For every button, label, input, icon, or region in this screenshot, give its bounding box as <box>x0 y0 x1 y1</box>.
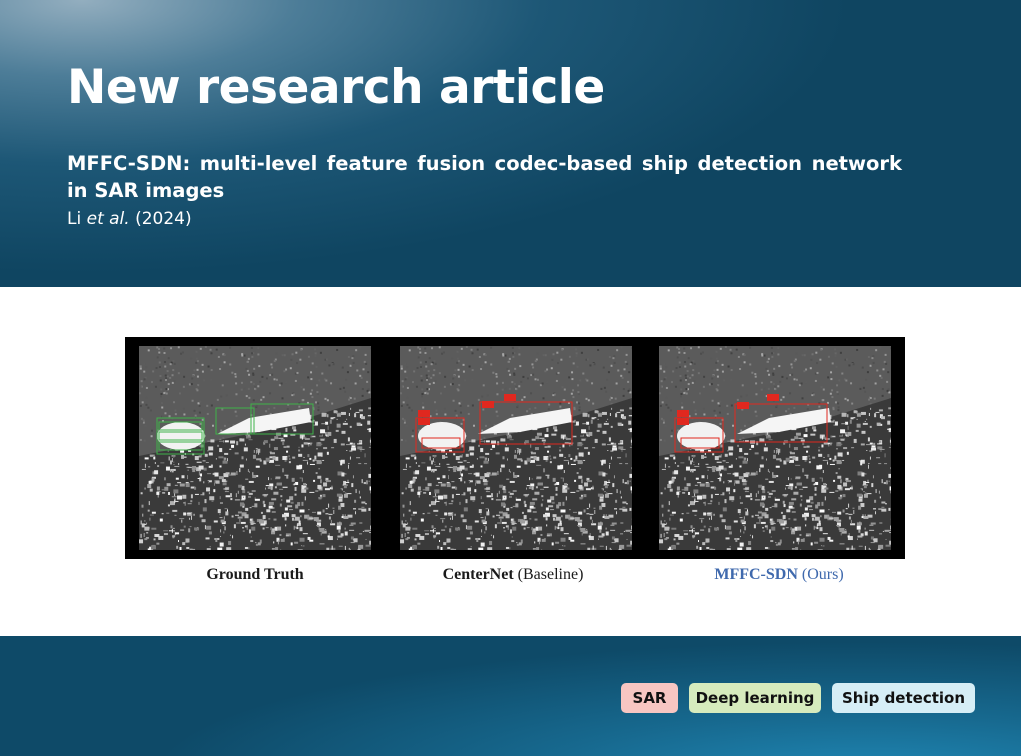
panel-mffc-sdn <box>659 346 891 550</box>
author-name: Li <box>67 209 87 229</box>
article-authors: Li et al. (2024) <box>67 209 192 229</box>
tag-deep-learning[interactable]: Deep learning <box>689 683 821 713</box>
page-title: New research article <box>67 60 605 115</box>
caption-ground-truth: Ground Truth <box>206 566 304 583</box>
comparison-figure <box>125 337 905 559</box>
footer-band: SAR Deep learning Ship detection <box>0 636 1021 756</box>
caption-mffc-sdn: MFFC-SDN (Ours) <box>714 566 844 583</box>
publication-year: (2024) <box>129 209 192 229</box>
author-etal: et al. <box>86 209 130 229</box>
article-title[interactable]: MFFC-SDN: multi-level feature fusion cod… <box>67 150 902 204</box>
caption-centernet: CenterNet (Baseline) <box>442 566 584 583</box>
tag-sar[interactable]: SAR <box>621 683 678 713</box>
panel-ground-truth <box>139 346 371 550</box>
header-banner: New research article MFFC-SDN: multi-lev… <box>0 0 1021 287</box>
panel-centernet <box>400 346 632 550</box>
figure-section: Ground Truth CenterNet (Baseline) MFFC-S… <box>0 287 1021 636</box>
tag-ship-detection[interactable]: Ship detection <box>832 683 975 713</box>
